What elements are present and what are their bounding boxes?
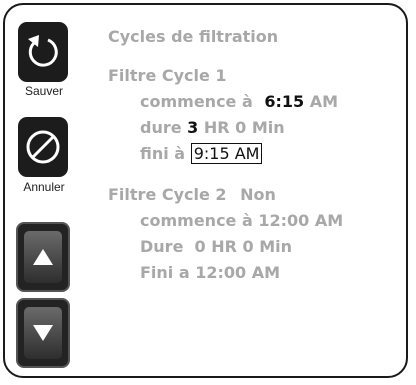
cycle1-start-time[interactable]: 6:15 (264, 92, 304, 111)
save-label: Sauver (24, 84, 64, 98)
cycle1-start-row[interactable]: commence à 6:15 AM (140, 92, 338, 111)
cycle1-end-time: 9:15 AM (190, 143, 263, 164)
down-button[interactable] (16, 298, 70, 368)
page-title: Cycles de filtration (108, 27, 279, 46)
save-button[interactable] (18, 22, 68, 82)
cycle1-duration-row[interactable]: dure 3 HR 0 Min (140, 118, 285, 137)
cycle2-end: Fini a 12:00 AM (140, 263, 281, 282)
prohibited-icon (26, 130, 60, 164)
cancel-button[interactable] (18, 117, 68, 177)
arrow-down-icon (33, 325, 53, 341)
cycle1-start-ampm: AM (309, 92, 339, 111)
cycle2-start: commence à 12:00 AM (140, 211, 344, 230)
cycle2-heading-row[interactable]: Filtre Cycle 2 Non (108, 185, 276, 204)
cycle1-end-row: fini à 9:15 AM (140, 143, 263, 164)
cycle1-duration-rest: HR 0 Min (203, 118, 285, 137)
cycle2-heading: Filtre Cycle 2 (108, 185, 227, 204)
cycle1-duration-hours[interactable]: 3 (187, 118, 198, 137)
arrow-up-icon (33, 249, 53, 265)
up-button[interactable] (16, 222, 70, 292)
cycle1-start-label: commence à (140, 92, 253, 111)
cycle2-state[interactable]: Non (240, 185, 276, 204)
cycle2-duration: Dure 0 HR 0 Min (140, 237, 293, 256)
cycle1-heading: Filtre Cycle 1 (108, 66, 227, 85)
cancel-label: Annuler (23, 180, 65, 194)
cycle1-end-label: fini à (140, 144, 186, 163)
cycle1-duration-label: dure (140, 118, 182, 137)
undo-arrow-icon (28, 35, 58, 67)
